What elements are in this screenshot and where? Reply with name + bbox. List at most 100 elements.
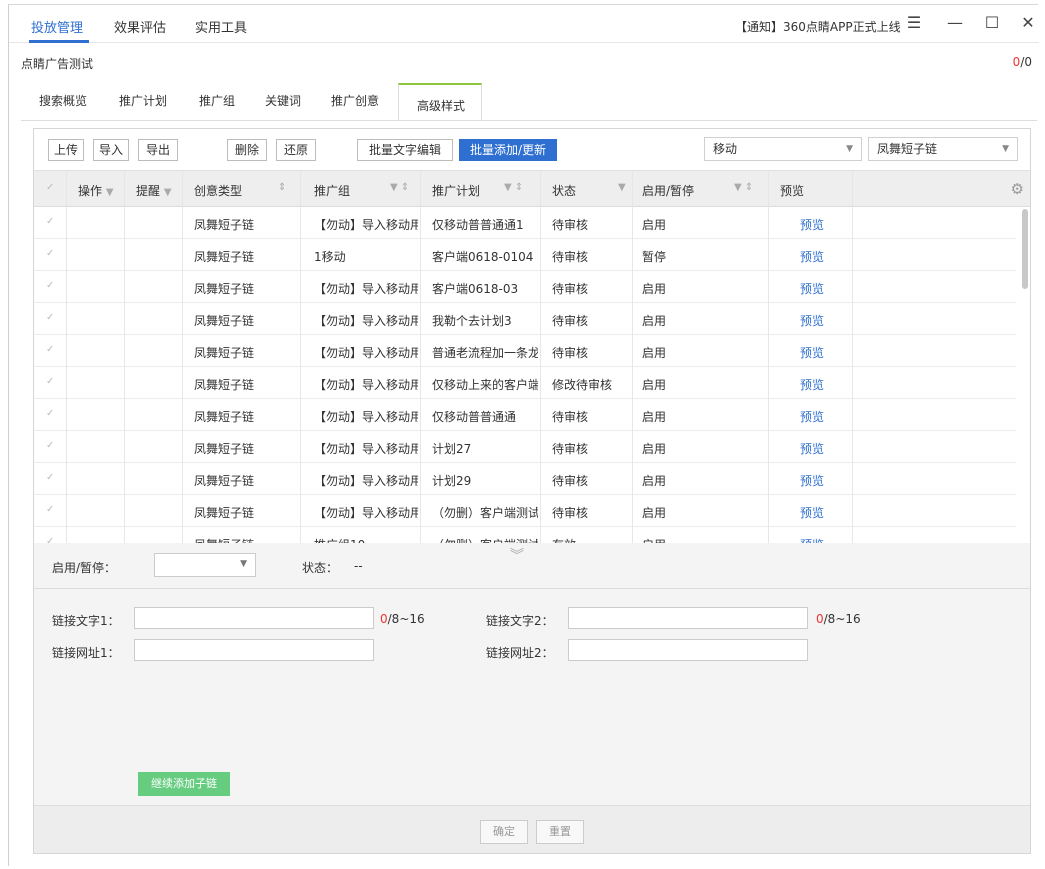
cell-status: 待审核 — [552, 474, 589, 488]
preview-link[interactable]: 预览 — [800, 312, 850, 329]
import-button[interactable]: 导入 — [93, 139, 129, 161]
nav-tab-evaluation[interactable]: 效果评估 — [114, 17, 166, 36]
filter-icon[interactable]: ▼ — [164, 187, 172, 198]
link-text2-input[interactable] — [568, 607, 808, 629]
row-checkbox[interactable]: ✓ — [46, 440, 54, 451]
preview-link[interactable]: 预览 — [800, 472, 850, 489]
column-label: 状态 — [552, 184, 577, 198]
cell-group: 推广组10 — [314, 536, 418, 543]
cell-status: 修改待审核 — [552, 378, 613, 392]
preview-link[interactable]: 预览 — [800, 440, 850, 457]
upload-button[interactable]: 上传 — [48, 139, 84, 161]
maximize-icon[interactable]: ☐ — [981, 12, 1003, 34]
preview-link[interactable]: 预览 — [800, 536, 850, 543]
cell-plan: 计划27 — [432, 442, 472, 456]
preview-link[interactable]: 预览 — [800, 280, 850, 297]
batch-add-button[interactable]: 批量添加/更新 — [459, 139, 557, 161]
preview-link[interactable]: 预览 — [800, 344, 850, 361]
link-url1-input[interactable] — [134, 639, 374, 661]
delete-button[interactable]: 删除 — [227, 139, 267, 161]
row-checkbox[interactable]: ✓ — [46, 248, 54, 259]
tab-ad-groups[interactable]: 推广组 — [199, 92, 235, 109]
nav-tab-tools[interactable]: 实用工具 — [195, 17, 247, 36]
column-divider — [852, 171, 853, 543]
minimize-icon[interactable]: — — [944, 12, 966, 34]
restore-button[interactable]: 还原 — [276, 139, 316, 161]
cell-status: 有效 — [552, 536, 630, 543]
tab-campaigns[interactable]: 推广计划 — [119, 92, 167, 109]
filter-icon[interactable]: ▼ ⇕ — [504, 182, 523, 193]
row-checkbox[interactable]: ✓ — [46, 408, 54, 419]
scrollbar-thumb[interactable] — [1022, 209, 1028, 289]
collapse-chevron-icon[interactable]: ︾ — [510, 545, 524, 565]
counter: 0/0 — [1013, 55, 1032, 69]
menu-icon[interactable]: ☰ — [903, 12, 925, 34]
row-checkbox[interactable]: ✓ — [46, 504, 54, 515]
reset-button[interactable]: 重置 — [536, 820, 584, 844]
cell-type: 凤舞短子链 — [194, 250, 255, 264]
column-divider — [124, 171, 125, 543]
filter-icon[interactable]: ▼ ⇕ — [390, 182, 409, 193]
filter-icon[interactable]: ▼ ⇕ — [734, 182, 753, 193]
cell-enable: 启用 — [642, 218, 667, 232]
row-checkbox[interactable]: ✓ — [46, 280, 54, 291]
preview-link[interactable]: 预览 — [800, 376, 850, 393]
row-checkbox[interactable]: ✓ — [46, 536, 54, 543]
vertical-scrollbar[interactable] — [1020, 207, 1030, 543]
tab-advanced-style[interactable]: 高级样式 — [398, 83, 482, 121]
link-text2-count: 0/8~16 — [816, 612, 861, 626]
confirm-button[interactable]: 确定 — [480, 820, 528, 844]
link-text1-input[interactable] — [134, 607, 374, 629]
add-sublink-button[interactable]: 继续添加子链 — [138, 772, 230, 796]
select-all-checkbox[interactable]: ✓ — [46, 182, 54, 193]
row-checkbox[interactable]: ✓ — [46, 312, 54, 323]
row-checkbox[interactable]: ✓ — [46, 472, 54, 483]
column-divider — [632, 171, 633, 543]
link-text1-label: 链接文字1： — [52, 614, 120, 628]
tab-creatives[interactable]: 推广创意 — [331, 92, 379, 109]
device-select[interactable]: 移动 ▼ — [704, 137, 862, 161]
column-header-campaign[interactable]: 推广计划 — [432, 182, 480, 199]
counter-den: /0 — [1020, 55, 1032, 69]
column-label: 启用/暂停 — [642, 184, 695, 198]
column-header-ad-group[interactable]: 推广组 — [314, 182, 350, 199]
column-header-creative-type[interactable]: 创意类型 — [194, 182, 242, 199]
export-button[interactable]: 导出 — [138, 139, 178, 161]
enable-select[interactable]: ▼ — [154, 553, 256, 577]
column-header-preview[interactable]: 预览 — [780, 182, 804, 199]
row-checkbox[interactable]: ✓ — [46, 344, 54, 355]
cell-enable: 启用 — [642, 474, 667, 488]
tab-keywords[interactable]: 关键词 — [265, 92, 301, 109]
edit-panel-header: ︾ 启用/暂停： ▼ 状态： -- — [34, 543, 1030, 589]
cell-enable: 暂停 — [642, 250, 667, 264]
cell-group: 【勿动】导入移动用 — [314, 282, 418, 296]
cell-plan: 我勒个去计划3 — [432, 314, 512, 328]
gear-icon[interactable]: ⚙ — [1011, 180, 1024, 198]
preview-link[interactable]: 预览 — [800, 504, 850, 521]
tab-search-overview[interactable]: 搜索概览 — [39, 92, 87, 109]
row-checkbox[interactable]: ✓ — [46, 376, 54, 387]
preview-link[interactable]: 预览 — [800, 408, 850, 425]
column-header-enable[interactable]: 启用/暂停 — [642, 182, 694, 199]
preview-link[interactable]: 预览 — [800, 248, 850, 265]
cell-status: 待审核 — [552, 346, 589, 360]
sort-icon[interactable]: ⇕ — [278, 182, 286, 193]
filter-icon[interactable]: ▼ — [106, 187, 114, 198]
notice-text[interactable]: 【通知】360点睛APP正式上线 — [735, 18, 901, 35]
style-select[interactable]: 凤舞短子链 ▼ — [868, 137, 1018, 161]
column-header-status[interactable]: 状态 — [552, 182, 576, 199]
preview-link[interactable]: 预览 — [800, 216, 850, 233]
cell-type: 凤舞短子链 — [194, 282, 255, 296]
filter-icon[interactable]: ▼ — [618, 182, 626, 193]
batch-edit-button[interactable]: 批量文字编辑 — [357, 139, 453, 161]
nav-tab-delivery[interactable]: 投放管理 — [31, 17, 83, 36]
close-icon[interactable]: ✕ — [1017, 12, 1039, 34]
column-header-reminder[interactable]: 提醒 ▼ — [136, 182, 172, 199]
column-header-action[interactable]: 操作 ▼ — [78, 182, 114, 199]
tab-divider — [21, 120, 1037, 121]
row-checkbox[interactable]: ✓ — [46, 216, 54, 227]
column-divider — [768, 171, 769, 543]
column-label: 操作 — [78, 184, 103, 198]
cell-type: 凤舞短子链 — [194, 346, 255, 360]
link-url2-input[interactable] — [568, 639, 808, 661]
